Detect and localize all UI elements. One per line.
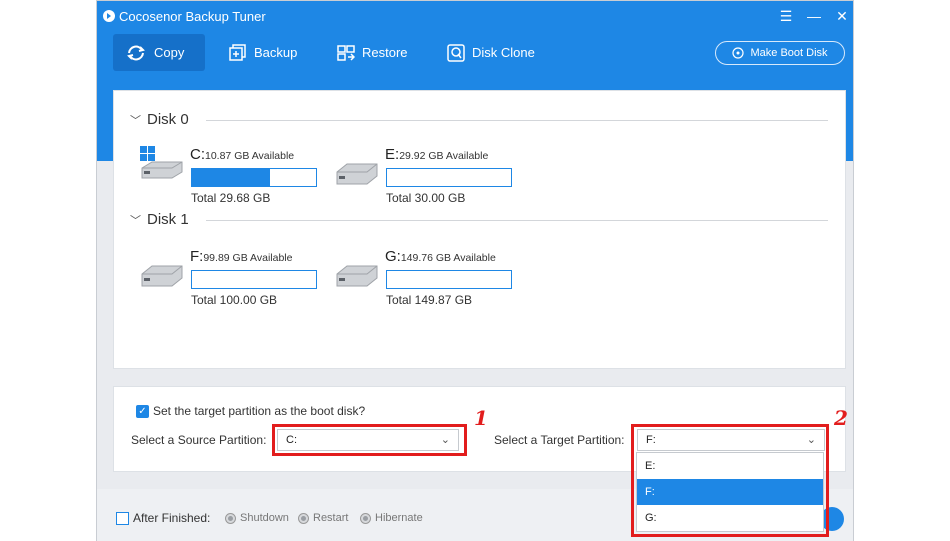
app-title: Cocosenor Backup Tuner xyxy=(119,9,266,24)
annotation-marker-1: 1 xyxy=(474,406,488,430)
partition-f[interactable]: F:99.89 GB Available Total 100.00 GB xyxy=(140,248,340,307)
backup-icon xyxy=(229,43,246,61)
dropdown-option-g[interactable]: G: xyxy=(637,505,823,531)
boot-disk-option[interactable]: ✓ Set the target partition as the boot d… xyxy=(136,404,365,418)
annotation-box-source xyxy=(272,424,467,456)
partition-g-usage-bar xyxy=(386,270,512,289)
radio-shutdown[interactable]: Shutdown xyxy=(225,512,289,524)
radio-button[interactable] xyxy=(298,512,309,524)
boot-disk-label: Set the target partition as the boot dis… xyxy=(153,404,366,418)
after-finished-checkbox[interactable] xyxy=(116,511,129,525)
copy-icon xyxy=(127,45,145,60)
radio-restart-label: Restart xyxy=(313,512,349,524)
disk-clone-icon xyxy=(447,43,465,62)
tab-copy-label: Copy xyxy=(154,45,185,60)
chevron-down-icon: ﹀ xyxy=(130,114,141,127)
radio-button[interactable] xyxy=(225,512,236,524)
make-boot-disk-button[interactable]: Make Boot Disk xyxy=(715,41,845,65)
partition-e-available: 29.92 GB Available xyxy=(399,150,489,162)
divider xyxy=(206,220,828,221)
restore-icon xyxy=(337,44,355,61)
partition-f-usage-bar xyxy=(191,270,317,289)
disk-0-name: Disk 0 xyxy=(147,111,189,128)
title-bar: Cocosenor Backup Tuner ☰ — ✕ xyxy=(97,1,853,31)
after-finished-label: After Finished: xyxy=(133,511,211,525)
partition-letter: F:99.89 GB Available xyxy=(190,248,292,265)
partition-f-available: 99.89 GB Available xyxy=(203,252,293,264)
disk-1-header[interactable]: ﹀ Disk 1 xyxy=(130,211,189,228)
tab-restore[interactable]: Restore xyxy=(325,34,420,71)
disk-0-header[interactable]: ﹀ Disk 0 xyxy=(130,111,189,128)
partition-letter: C:10.87 GB Available xyxy=(190,146,294,163)
tab-backup[interactable]: Backup xyxy=(217,34,309,71)
radio-hibernate-label: Hibernate xyxy=(375,512,423,524)
partition-letter: G:149.76 GB Available xyxy=(385,248,496,265)
radio-shutdown-label: Shutdown xyxy=(240,512,289,524)
drive-icon xyxy=(141,265,183,287)
partition-c-letter: C: xyxy=(190,146,205,163)
tab-restore-label: Restore xyxy=(362,45,408,60)
radio-restart[interactable]: Restart xyxy=(298,512,348,524)
boot-disk-checkbox[interactable]: ✓ xyxy=(136,404,149,418)
after-finished-option[interactable]: After Finished: xyxy=(116,511,210,525)
drive-icon xyxy=(336,265,378,287)
partition-letter: E:29.92 GB Available xyxy=(385,146,488,163)
partition-g-letter: G: xyxy=(385,248,401,265)
minimize-button[interactable]: — xyxy=(805,7,823,25)
partition-e-usage-bar xyxy=(386,168,512,187)
tab-disk-clone[interactable]: Disk Clone xyxy=(435,34,547,71)
partition-f-letter: F: xyxy=(190,248,204,265)
divider xyxy=(206,120,828,121)
boot-disk-icon xyxy=(732,47,745,59)
radio-button[interactable] xyxy=(360,512,371,524)
partition-e-letter: E: xyxy=(385,146,400,163)
partition-c-total: Total 29.68 GB xyxy=(191,191,271,205)
partition-c-usage-fill xyxy=(192,169,271,186)
partition-c-usage-bar xyxy=(191,168,317,187)
partition-f-total: Total 100.00 GB xyxy=(191,293,278,307)
dropdown-option-e[interactable]: E: xyxy=(637,453,823,479)
partition-g[interactable]: G:149.76 GB Available Total 149.87 GB xyxy=(335,248,535,307)
partition-e[interactable]: E:29.92 GB Available Total 30.00 GB xyxy=(335,146,535,205)
tab-copy[interactable]: Copy xyxy=(113,34,205,71)
tab-disk-clone-label: Disk Clone xyxy=(472,45,535,60)
target-partition-label: Select a Target Partition: xyxy=(494,433,625,447)
chevron-down-icon: ﹀ xyxy=(130,214,141,227)
partition-e-total: Total 30.00 GB xyxy=(386,191,466,205)
partition-c[interactable]: C:10.87 GB Available Total 29.68 GB xyxy=(140,146,340,205)
source-partition-label: Select a Source Partition: xyxy=(131,433,267,447)
annotation-marker-2: 2 xyxy=(834,406,848,430)
disk-1-name: Disk 1 xyxy=(147,211,189,228)
close-button[interactable]: ✕ xyxy=(833,7,851,25)
partition-g-total: Total 149.87 GB xyxy=(386,293,473,307)
windows-drive-icon xyxy=(140,146,183,179)
radio-hibernate[interactable]: Hibernate xyxy=(360,512,423,524)
drive-icon xyxy=(336,163,378,185)
disk-panel: ﹀ Disk 0 C:10.87 GB Available Total 29.6… xyxy=(113,90,846,369)
dropdown-option-f[interactable]: F: xyxy=(637,479,823,505)
partition-g-available: 149.76 GB Available xyxy=(400,252,496,264)
tab-backup-label: Backup xyxy=(254,45,298,60)
menu-button[interactable]: ☰ xyxy=(777,7,795,25)
make-boot-disk-label: Make Boot Disk xyxy=(750,47,828,59)
partition-c-available: 10.87 GB Available xyxy=(205,150,295,162)
app-logo-icon xyxy=(103,10,115,22)
target-partition-dropdown: E: F: G: xyxy=(636,452,824,532)
